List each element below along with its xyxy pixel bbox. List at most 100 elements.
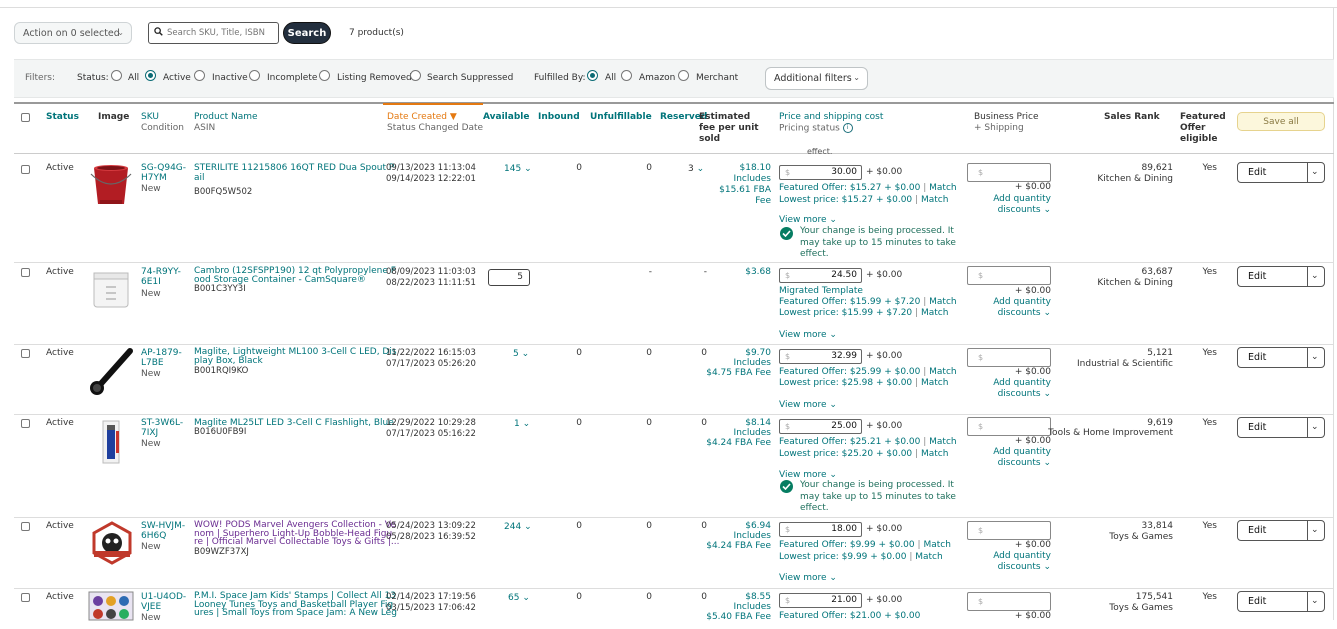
fulfilled-radio-amazon[interactable]: [621, 70, 632, 81]
status-radio-search-suppressed[interactable]: [410, 70, 421, 81]
price-input[interactable]: $25.00: [779, 419, 862, 434]
edit-button[interactable]: Edit ⌄: [1237, 347, 1325, 368]
edit-button[interactable]: Edit ⌄: [1237, 266, 1325, 287]
edit-button[interactable]: Edit ⌄: [1237, 162, 1325, 183]
sku-link[interactable]: ST-3W6L- 7IXJ: [141, 418, 183, 438]
match-link[interactable]: Match: [929, 367, 956, 377]
search-button[interactable]: Search: [283, 22, 331, 44]
status-radio-inactive[interactable]: [194, 70, 205, 81]
status-option-active[interactable]: Active: [163, 73, 191, 83]
product-name-link[interactable]: WOW! PODS Marvel Avengers Collection - V…: [194, 521, 399, 547]
edit-button[interactable]: Edit ⌄: [1237, 591, 1325, 612]
add-quantity-link[interactable]: Add quantity: [974, 551, 1051, 562]
product-image[interactable]: [90, 271, 132, 309]
status-option-all[interactable]: All: [128, 73, 139, 83]
row-checkbox[interactable]: [21, 593, 30, 602]
add-quantity-link[interactable]: Add quantity: [974, 194, 1051, 206]
price-input[interactable]: $32.99: [779, 349, 862, 364]
chevron-down-icon[interactable]: ⌄: [1311, 422, 1319, 432]
row-checkbox[interactable]: [21, 268, 30, 277]
reserved-value[interactable]: 3 ⌄: [688, 164, 704, 174]
product-name-link[interactable]: STERILITE 11215806 16QT RED Dua Spout Pa…: [194, 163, 394, 183]
status-option-search-suppressed[interactable]: Search Suppressed: [427, 73, 513, 83]
header-status[interactable]: Status: [46, 112, 79, 123]
search-box[interactable]: [148, 22, 279, 44]
add-quantity-link[interactable]: Add quantity: [974, 297, 1051, 308]
product-name-link[interactable]: Maglite, Lightweight ML100 3-Cell C LED,…: [194, 348, 397, 365]
view-more-link[interactable]: View more ⌄: [779, 330, 837, 340]
product-name-link[interactable]: Cambro (12SFSPP190) 12 qt Polypropylene …: [194, 267, 396, 284]
sku-link[interactable]: SW-HVJM- 6H6Q: [141, 521, 185, 541]
product-image[interactable]: [88, 591, 134, 621]
header-price-shipping[interactable]: Price and shipping cost: [779, 112, 883, 123]
view-more-link[interactable]: View more ⌄: [779, 400, 837, 410]
row-checkbox[interactable]: [21, 349, 30, 358]
view-more-link[interactable]: View more ⌄: [779, 215, 837, 225]
price-input[interactable]: $18.00: [779, 522, 862, 537]
fulfilled-option-merchant[interactable]: Merchant: [696, 73, 738, 83]
fulfilled-radio-merchant[interactable]: [678, 70, 689, 81]
additional-filters-button[interactable]: Additional filters ⌄: [765, 67, 868, 90]
header-product-name[interactable]: Product Name: [194, 112, 258, 123]
chevron-down-icon[interactable]: ⌄: [1311, 596, 1319, 606]
edit-button[interactable]: Edit ⌄: [1237, 520, 1325, 541]
header-available[interactable]: Available: [483, 112, 529, 123]
view-more-link[interactable]: View more ⌄: [779, 470, 837, 480]
product-name-link[interactable]: P.M.I. Space Jam Kids' Stamps | Collect …: [194, 592, 397, 618]
status-option-inactive[interactable]: Inactive: [212, 73, 248, 83]
match-link[interactable]: Match: [915, 552, 942, 562]
fulfilled-option-all[interactable]: All: [605, 73, 616, 83]
add-quantity-link[interactable]: Add quantity: [974, 447, 1051, 458]
row-checkbox[interactable]: [21, 165, 30, 174]
discounts-link[interactable]: discounts ⌄: [974, 308, 1051, 319]
edit-button[interactable]: Edit ⌄: [1237, 417, 1325, 438]
action-dropdown[interactable]: Action on 0 selected ⌄: [14, 22, 132, 44]
status-radio-active[interactable]: [145, 70, 156, 81]
match-link[interactable]: Match: [923, 540, 950, 550]
search-input[interactable]: [167, 25, 275, 41]
header-date-created[interactable]: Date Created ▼: [387, 112, 483, 123]
match-link[interactable]: Match: [929, 297, 956, 307]
info-icon[interactable]: i: [842, 123, 853, 133]
chevron-down-icon[interactable]: ⌄: [1311, 167, 1319, 177]
sku-link[interactable]: 74-R9YY- 6E1I: [141, 267, 181, 287]
discounts-link[interactable]: discounts ⌄: [974, 562, 1051, 573]
status-radio-incomplete[interactable]: [249, 70, 260, 81]
product-image[interactable]: [100, 419, 122, 465]
header-inbound[interactable]: Inbound: [538, 112, 580, 123]
available-value[interactable]: 65 ⌄: [508, 593, 530, 603]
match-link[interactable]: Match: [921, 195, 948, 205]
product-image[interactable]: [88, 347, 136, 397]
status-option-incomplete[interactable]: Incomplete: [267, 73, 317, 83]
chevron-down-icon[interactable]: ⌄: [1311, 271, 1319, 281]
add-quantity-link[interactable]: Add quantity: [974, 378, 1051, 389]
status-radio-all[interactable]: [111, 70, 122, 81]
available-value[interactable]: 145 ⌄: [504, 164, 532, 174]
save-all-button[interactable]: Save all: [1237, 112, 1325, 131]
view-more-link[interactable]: View more ⌄: [779, 573, 837, 583]
product-image[interactable]: [90, 521, 134, 565]
fulfilled-radio-all[interactable]: [587, 70, 598, 81]
available-value[interactable]: 5 ⌄: [513, 349, 529, 359]
price-input[interactable]: $24.50: [779, 268, 862, 283]
header-sku[interactable]: SKU: [141, 112, 184, 123]
fulfilled-option-amazon[interactable]: Amazon: [639, 73, 675, 83]
row-checkbox[interactable]: [21, 419, 30, 428]
price-input[interactable]: $30.00: [779, 165, 862, 180]
select-all-checkbox[interactable]: [21, 113, 30, 122]
available-value[interactable]: 244 ⌄: [504, 522, 532, 532]
match-link[interactable]: Match: [929, 437, 956, 447]
sku-link[interactable]: U1-U4OD- VJEE: [141, 592, 186, 612]
status-option-listing-removed[interactable]: Listing Removed: [337, 73, 412, 83]
chevron-down-icon[interactable]: ⌄: [1311, 352, 1319, 362]
match-link[interactable]: Match: [921, 449, 948, 459]
sku-link[interactable]: SG-Q94G- H7YM: [141, 163, 186, 183]
row-checkbox[interactable]: [21, 522, 30, 531]
chevron-down-icon[interactable]: ⌄: [1311, 525, 1319, 535]
match-link[interactable]: Match: [921, 378, 948, 388]
price-input[interactable]: $21.00: [779, 593, 862, 608]
available-input[interactable]: 5: [488, 269, 530, 286]
available-value[interactable]: 1 ⌄: [514, 419, 530, 429]
discounts-link[interactable]: discounts ⌄: [974, 458, 1051, 469]
sku-link[interactable]: AP-1879- L7BE: [141, 348, 182, 368]
